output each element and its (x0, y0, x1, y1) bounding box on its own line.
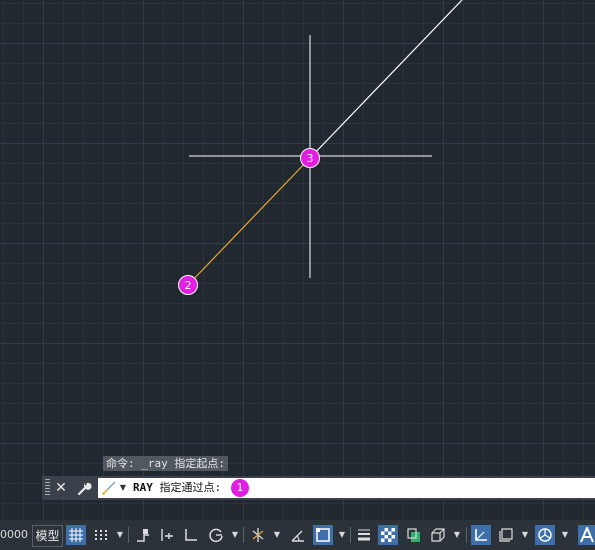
chevron-down-icon[interactable]: ▼ (520, 525, 530, 545)
dynamic-ucs-button[interactable] (471, 525, 491, 545)
chevron-down-icon[interactable]: ▼ (230, 525, 240, 545)
wrench-icon[interactable] (74, 478, 94, 498)
marker-2-label: 2 (185, 279, 192, 292)
separator (466, 527, 467, 543)
separator (243, 527, 244, 543)
grid-button[interactable] (66, 525, 86, 545)
infer-constraints-button[interactable] (133, 525, 153, 545)
ortho-icon (185, 529, 197, 541)
isodraft-button[interactable] (248, 525, 268, 545)
object-snap-tracking-icon (291, 530, 304, 542)
marker-3-label: 3 (307, 152, 314, 165)
snap-button[interactable] (91, 525, 111, 545)
grid-icon (69, 528, 83, 542)
object-snap-icon (316, 528, 330, 542)
3d-object-snap-button[interactable] (428, 525, 448, 545)
object-snap-tracking-button[interactable] (288, 525, 308, 545)
snap-icon (95, 530, 107, 540)
chevron-down-icon[interactable]: ▼ (118, 478, 128, 498)
selection-cycling-button[interactable] (403, 525, 423, 545)
drawing-svg: 2 3 (178, 0, 463, 295)
gizmo-icon (538, 528, 552, 542)
marker-3: 3 (300, 148, 320, 168)
transparency-button[interactable] (378, 525, 398, 545)
drawing-canvas[interactable]: 2 3 (0, 0, 595, 550)
prompt-command: RAY (133, 481, 153, 494)
status-bar: 0000 模型 ▼ ▼ ▼ ▼ ▼ ▼ ▼ (0, 520, 595, 550)
gizmo-button[interactable] (535, 525, 555, 545)
marker-2: 2 (178, 275, 198, 295)
3d-object-snap-icon (431, 528, 445, 542)
chevron-down-icon[interactable]: ▼ (452, 525, 462, 545)
coordinate-readout[interactable]: 0000 (0, 527, 28, 543)
dynamic-input-icon (161, 529, 173, 541)
ortho-button[interactable] (181, 525, 201, 545)
close-icon[interactable]: ✕ (51, 478, 71, 498)
prompt-text: 指定通过点: (159, 481, 222, 494)
lineweight-icon (358, 529, 370, 541)
command-prompt: RAY 指定通过点: (133, 478, 221, 498)
ray-line (309, 0, 463, 159)
ray-command-icon[interactable] (101, 480, 117, 496)
dynamic-input-button[interactable] (157, 525, 177, 545)
infer-constraints-icon (137, 529, 149, 542)
selection-filter-button[interactable] (496, 525, 516, 545)
polar-tracking-button[interactable] (206, 525, 226, 545)
separator (350, 527, 351, 543)
polar-tracking-icon (209, 528, 223, 543)
lineweight-button[interactable] (354, 525, 374, 545)
dynamic-ucs-icon (475, 529, 487, 541)
selection-filter-icon (499, 528, 513, 542)
separator (128, 527, 129, 543)
command-history: 命令: _ray 指定起点: (103, 456, 228, 471)
grip-icon[interactable] (45, 479, 50, 497)
selection-cycling-icon (407, 528, 420, 542)
model-tab[interactable]: 模型 (32, 525, 63, 547)
isodraft-icon (252, 528, 264, 542)
command-input[interactable]: ▼ RAY 指定通过点: 1 (98, 478, 595, 498)
chevron-down-icon[interactable]: ▼ (115, 525, 125, 545)
object-snap-button[interactable] (313, 525, 333, 545)
annotation-scale-icon[interactable] (578, 525, 595, 545)
rubberband-line (187, 157, 311, 286)
transparency-icon (381, 528, 395, 542)
command-line: ✕ ▼ RAY 指定通过点: 1 (42, 476, 595, 500)
chevron-down-icon[interactable]: ▼ (560, 525, 570, 545)
prompt-marker: 1 (231, 479, 249, 497)
chevron-down-icon[interactable]: ▼ (272, 525, 282, 545)
chevron-down-icon[interactable]: ▼ (337, 525, 347, 545)
